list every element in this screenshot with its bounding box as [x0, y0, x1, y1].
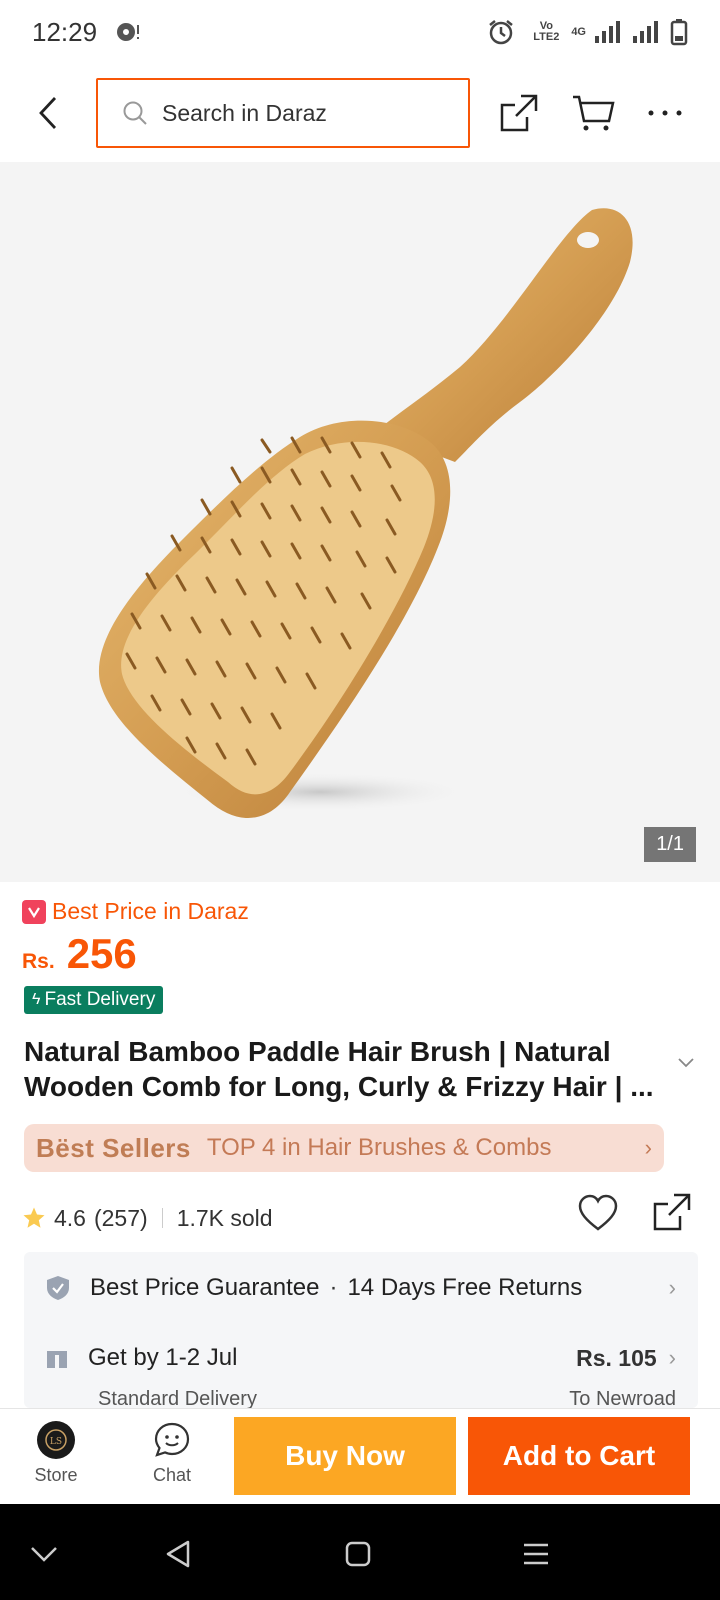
- wishlist-heart-icon[interactable]: [578, 1194, 618, 1232]
- product-photo: [98, 208, 633, 819]
- rating-value[interactable]: 4.6: [54, 1205, 86, 1232]
- sold-count: 1.7K sold: [176, 1204, 273, 1231]
- chevron-right-icon: ›: [668, 1275, 676, 1300]
- signal-icon-2: [633, 21, 658, 43]
- cart-icon: [573, 95, 615, 131]
- share-icon: [500, 94, 538, 132]
- guarantee-row[interactable]: Best Price Guarantee · 14 Days Free Retu…: [46, 1274, 676, 1302]
- chevron-right-icon: ›: [644, 1135, 652, 1160]
- system-nav-bar: [0, 1504, 720, 1600]
- search-placeholder: Search in Daraz: [162, 99, 327, 126]
- delivery-price: Rs. 105: [576, 1344, 657, 1371]
- more-button[interactable]: [640, 88, 690, 138]
- chat-icon: [154, 1422, 190, 1457]
- star-icon: [23, 1207, 45, 1228]
- nav-back-button[interactable]: [156, 1532, 200, 1576]
- store-button[interactable]: LS Store: [16, 1421, 96, 1486]
- svg-text:LS: LS: [50, 1437, 62, 1447]
- best-price-label: Best Price in Daraz: [52, 898, 249, 924]
- square-home-icon: [345, 1541, 371, 1567]
- triangle-back-icon: [166, 1540, 190, 1568]
- returns-label: 14 Days Free Returns: [347, 1274, 583, 1301]
- signal-icon-1: [595, 21, 620, 43]
- nav-collapse-button[interactable]: [22, 1532, 66, 1576]
- delivery-row[interactable]: Get by 1-2 Jul Rs. 105 ›: [46, 1344, 676, 1372]
- rating-count[interactable]: (257): [94, 1205, 148, 1232]
- chevron-left-icon: [39, 97, 57, 129]
- network-gen: 4G: [571, 25, 586, 38]
- bestsellers-banner[interactable]: Bëst Sellers TOP 4 in Hair Brushes & Com…: [24, 1124, 664, 1172]
- store-logo-icon: LS: [37, 1421, 75, 1459]
- share-button[interactable]: [494, 88, 544, 138]
- fast-delivery-badge: ϟ Fast Delivery: [24, 986, 164, 1014]
- chevron-down-icon[interactable]: [678, 1058, 694, 1068]
- product-title: Natural Bamboo Paddle Hair Brush | Natur…: [24, 1036, 654, 1102]
- nav-home-button[interactable]: [336, 1532, 380, 1576]
- alarm-icon: [489, 20, 514, 45]
- guarantee-label: Best Price Guarantee: [90, 1274, 320, 1301]
- chevron-right-icon: ›: [668, 1345, 676, 1370]
- price-currency: Rs.: [22, 950, 55, 973]
- product-image-carousel[interactable]: 1/1: [0, 162, 720, 882]
- price: Rs. 256: [22, 930, 137, 978]
- bestsellers-brand: Bëst Sellers: [36, 1132, 191, 1163]
- fast-delivery-label: Fast Delivery: [44, 989, 156, 1010]
- nav-menu-button[interactable]: [514, 1532, 558, 1576]
- search-input[interactable]: Search in Daraz: [96, 78, 470, 148]
- service-panel[interactable]: Best Price Guarantee · 14 Days Free Retu…: [24, 1252, 698, 1410]
- divider: [161, 1208, 163, 1228]
- header: Search in Daraz: [0, 64, 720, 162]
- rating-row: 4.6 (257) 1.7K sold: [22, 1193, 698, 1240]
- chat-button[interactable]: Chat: [132, 1421, 212, 1486]
- image-counter: 1/1: [644, 827, 696, 862]
- share-icon[interactable]: [652, 1192, 692, 1232]
- back-button[interactable]: [30, 90, 66, 136]
- delivery-date: Get by 1-2 Jul: [88, 1344, 238, 1371]
- best-price-tag-icon: [22, 899, 46, 924]
- buy-now-button[interactable]: Buy Now: [234, 1417, 456, 1495]
- network-volte-text: Vo LTE2: [533, 20, 560, 43]
- menu-lines-icon: [524, 1543, 548, 1565]
- status-time: 12:29: [32, 16, 98, 47]
- media-notification-icon: [117, 23, 140, 41]
- price-value: 256: [66, 930, 137, 977]
- chevron-down-icon: [31, 1547, 57, 1562]
- bottom-action-bar: LS Store Chat Buy Now Add to Cart: [0, 1408, 720, 1504]
- bolt-icon: ϟ: [32, 991, 41, 1008]
- status-bar: 12:29 Vo LTE2 4G: [0, 0, 720, 64]
- add-to-cart-button[interactable]: Add to Cart: [468, 1417, 690, 1495]
- more-dots-icon: [648, 110, 682, 116]
- network-label: Vo LTE2: [529, 21, 563, 43]
- bestsellers-rank: TOP 4 in Hair Brushes & Combs: [206, 1134, 552, 1161]
- separator-dot: ·: [329, 1274, 338, 1301]
- best-price-banner: Best Price in Daraz: [22, 898, 249, 925]
- chat-label: Chat: [152, 1465, 192, 1485]
- cart-button[interactable]: [568, 88, 618, 138]
- shield-check-icon: [47, 1276, 69, 1300]
- battery-icon: [670, 19, 688, 46]
- store-label: Store: [34, 1465, 78, 1485]
- search-icon: [123, 101, 147, 125]
- gift-box-icon: [47, 1349, 67, 1368]
